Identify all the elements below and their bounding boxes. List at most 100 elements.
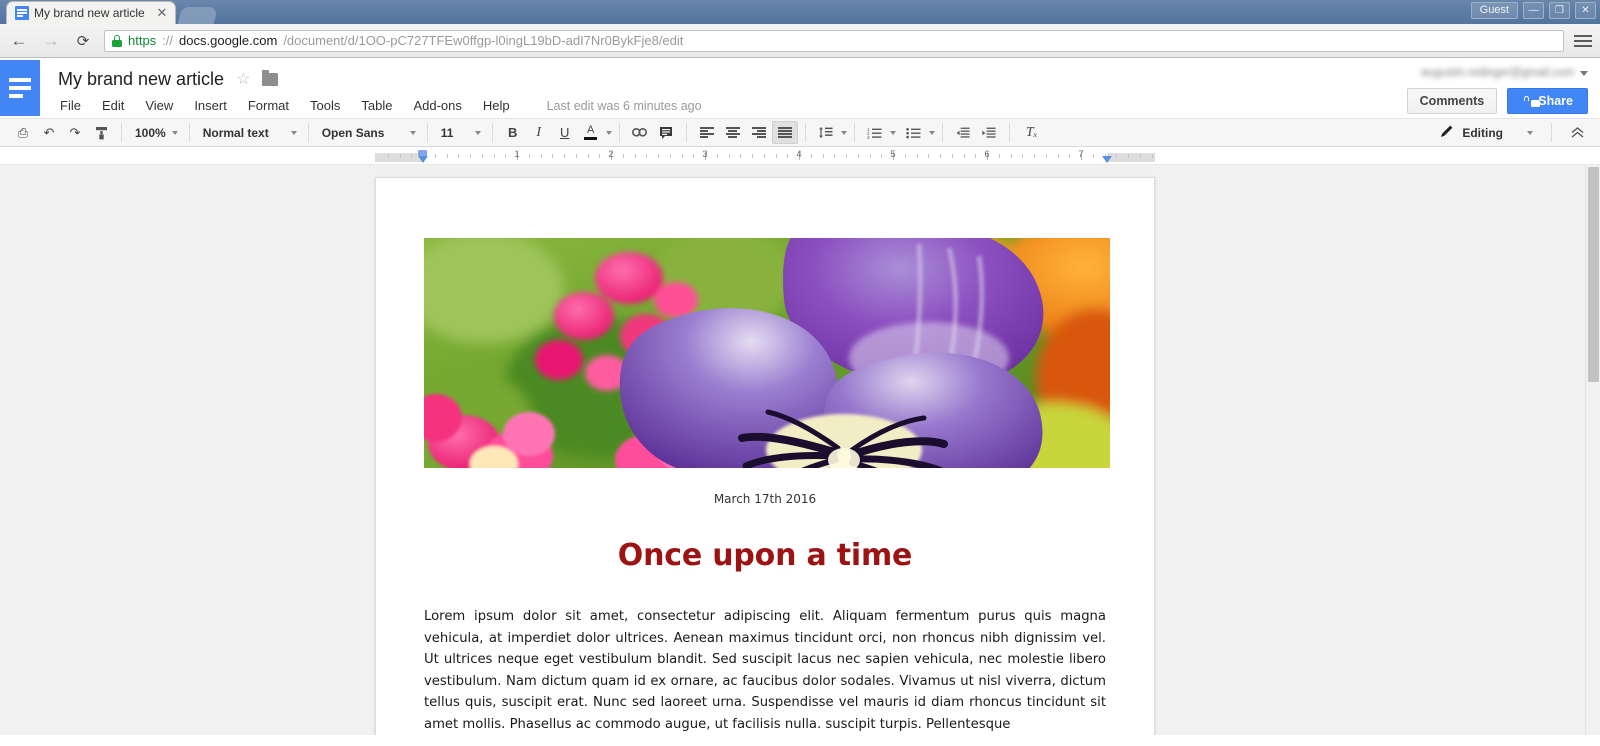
tab-title: My brand new article: [34, 6, 145, 20]
ruler-tick: [1010, 154, 1012, 158]
bold-button[interactable]: B: [500, 121, 526, 144]
decrease-indent-button[interactable]: [950, 121, 976, 144]
collapse-toolbar-button[interactable]: [1564, 121, 1590, 144]
chevron-down-icon: [171, 130, 178, 135]
text-color-button[interactable]: A: [578, 121, 604, 144]
clear-formatting-button[interactable]: Tₓ: [1017, 121, 1047, 144]
document-date[interactable]: March 17th 2016: [424, 492, 1106, 506]
account-row[interactable]: augustin.redinger@gmail.com: [1407, 64, 1588, 82]
align-right-button[interactable]: [746, 121, 772, 144]
toolbar-group-insert: [627, 121, 679, 144]
chevron-down-icon[interactable]: [889, 130, 896, 135]
insert-link-icon[interactable]: [627, 121, 653, 144]
browser-menu-icon[interactable]: [1574, 32, 1592, 50]
align-center-button[interactable]: [720, 121, 746, 144]
redo-icon[interactable]: ↷: [62, 121, 88, 144]
maximize-button[interactable]: ❐: [1549, 2, 1570, 19]
align-center-icon: [725, 127, 740, 138]
menu-item-view[interactable]: View: [143, 97, 175, 114]
font-size-select[interactable]: 11: [435, 121, 485, 144]
minimize-button[interactable]: —: [1523, 2, 1544, 19]
decrease-indent-icon: [956, 127, 970, 138]
right-indent-marker[interactable]: [1102, 156, 1112, 163]
ruler-tick: [622, 154, 624, 158]
address-bar[interactable]: https:// docs.google.com/document/d/1OO-p…: [104, 29, 1564, 52]
align-left-button[interactable]: [694, 121, 720, 144]
tab-close-icon[interactable]: ✕: [155, 6, 169, 20]
text-color-label: A: [587, 124, 595, 136]
underline-button[interactable]: U: [552, 121, 578, 144]
comments-button[interactable]: Comments: [1406, 88, 1498, 114]
ruler-tick: [951, 154, 953, 158]
share-button[interactable]: Share: [1507, 88, 1588, 114]
document-paragraph[interactable]: Lorem ipsum dolor sit amet, consectetur …: [424, 606, 1106, 735]
ruler-tick: [928, 154, 930, 158]
folder-icon[interactable]: [262, 69, 279, 86]
menu-item-help[interactable]: Help: [481, 97, 512, 114]
ruler-tick: [693, 154, 695, 158]
chevron-down-icon[interactable]: [1580, 70, 1588, 76]
toolbar-divider: [1551, 123, 1552, 142]
ruler-tick: [1128, 154, 1129, 158]
document-title[interactable]: My brand new article: [58, 69, 224, 90]
align-justify-button[interactable]: [771, 121, 798, 144]
chevron-down-icon[interactable]: [840, 130, 847, 135]
star-icon[interactable]: ☆: [236, 69, 250, 89]
ruler-tick: [1034, 154, 1035, 158]
menu-item-insert[interactable]: Insert: [192, 97, 229, 114]
ruler-tick: [587, 154, 589, 158]
bulleted-list-button[interactable]: [901, 121, 927, 144]
first-line-indent-marker[interactable]: [418, 156, 428, 163]
add-comment-icon[interactable]: [653, 121, 679, 144]
ruler-tick: [963, 154, 965, 158]
ruler-tick: [399, 154, 401, 158]
ruler-tick: [646, 154, 648, 158]
editing-mode-button[interactable]: Editing: [1434, 121, 1539, 144]
menu-item-table[interactable]: Table: [359, 97, 394, 114]
print-icon[interactable]: ⎙: [10, 121, 36, 144]
back-icon[interactable]: ←: [8, 30, 30, 52]
increase-indent-icon: [982, 127, 996, 138]
ruler-tick: [634, 154, 636, 158]
ruler-number: 7: [1078, 149, 1084, 159]
horizontal-ruler[interactable]: 1 2 3 4 5 6 7: [375, 149, 1155, 163]
guest-profile-button[interactable]: Guest: [1470, 2, 1518, 19]
line-spacing-button[interactable]: [813, 121, 839, 144]
scrollbar-thumb[interactable]: [1588, 167, 1599, 382]
forward-icon[interactable]: →: [40, 30, 62, 52]
menu-item-edit[interactable]: Edit: [100, 97, 126, 114]
close-button[interactable]: ✕: [1575, 2, 1596, 19]
header-buttons: Comments Share: [1406, 88, 1588, 114]
vertical-scrollbar[interactable]: [1585, 165, 1600, 735]
last-edit-status[interactable]: Last edit was 6 minutes ago: [547, 99, 702, 113]
menu-bar: File Edit View Insert Format Tools Table…: [58, 97, 1600, 114]
paint-format-icon[interactable]: [88, 121, 114, 144]
menu-item-tools[interactable]: Tools: [308, 97, 342, 114]
toolbar-divider: [188, 123, 190, 142]
new-tab-button[interactable]: [177, 7, 219, 24]
document-heading[interactable]: Once upon a time: [424, 538, 1106, 573]
font-family-select[interactable]: Open Sans: [316, 121, 420, 144]
undo-icon[interactable]: ↶: [36, 121, 62, 144]
increase-indent-button[interactable]: [976, 121, 1002, 144]
reload-icon[interactable]: ⟳: [72, 30, 94, 52]
browser-tab[interactable]: My brand new article ✕: [6, 1, 176, 24]
ruler-tick: [387, 154, 389, 158]
menu-item-format[interactable]: Format: [246, 97, 291, 114]
menu-item-file[interactable]: File: [58, 97, 83, 114]
document-image[interactable]: [424, 238, 1110, 468]
numbered-list-button[interactable]: 123: [862, 121, 888, 144]
svg-text:3: 3: [867, 135, 870, 139]
italic-button[interactable]: I: [526, 121, 552, 144]
menu-item-addons[interactable]: Add-ons: [411, 97, 463, 114]
chevron-down-icon: [474, 130, 481, 135]
zoom-select[interactable]: 100%: [129, 121, 182, 144]
document-page[interactable]: March 17th 2016 Once upon a time Lorem i…: [375, 177, 1155, 735]
chevron-down-icon[interactable]: [928, 130, 935, 135]
toolbar-divider: [804, 123, 806, 142]
chevron-down-icon[interactable]: [605, 130, 612, 135]
docs-toolbar: ⎙ ↶ ↷ 100% Normal text Open Sans 11 B I …: [0, 118, 1600, 147]
ruler-tick: [1151, 154, 1153, 158]
google-docs-logo-icon[interactable]: [0, 60, 40, 116]
paragraph-style-select[interactable]: Normal text: [197, 121, 301, 144]
